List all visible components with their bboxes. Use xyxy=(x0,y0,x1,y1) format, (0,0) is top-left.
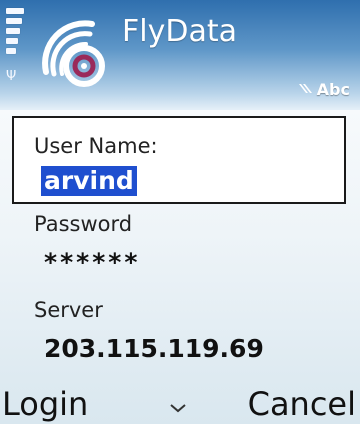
chevron-down-icon xyxy=(170,404,186,413)
username-input-value[interactable]: arvind xyxy=(41,166,137,196)
antenna-icon: Ψ xyxy=(6,69,17,84)
app-title: FlyData xyxy=(122,14,237,49)
pen-input-icon xyxy=(298,84,312,93)
cancel-softkey[interactable]: Cancel xyxy=(248,384,356,424)
password-input-value[interactable]: ****** xyxy=(44,248,140,277)
password-label: Password xyxy=(34,212,133,236)
login-softkey[interactable]: Login xyxy=(2,384,88,424)
app-header: Ψ FlyData Abc xyxy=(0,0,360,110)
input-mode-indicator: Abc xyxy=(297,78,350,100)
input-mode-label: Abc xyxy=(316,79,350,99)
username-field[interactable]: User Name: arvind xyxy=(12,116,346,204)
flydata-logo-icon xyxy=(42,20,105,87)
server-label: Server xyxy=(34,298,103,322)
signal-strength-icon xyxy=(6,8,26,68)
server-input-value[interactable]: 203.115.119.69 xyxy=(44,334,264,363)
softkey-bar: Login Cancel xyxy=(0,384,360,424)
username-label: User Name: xyxy=(34,134,158,158)
